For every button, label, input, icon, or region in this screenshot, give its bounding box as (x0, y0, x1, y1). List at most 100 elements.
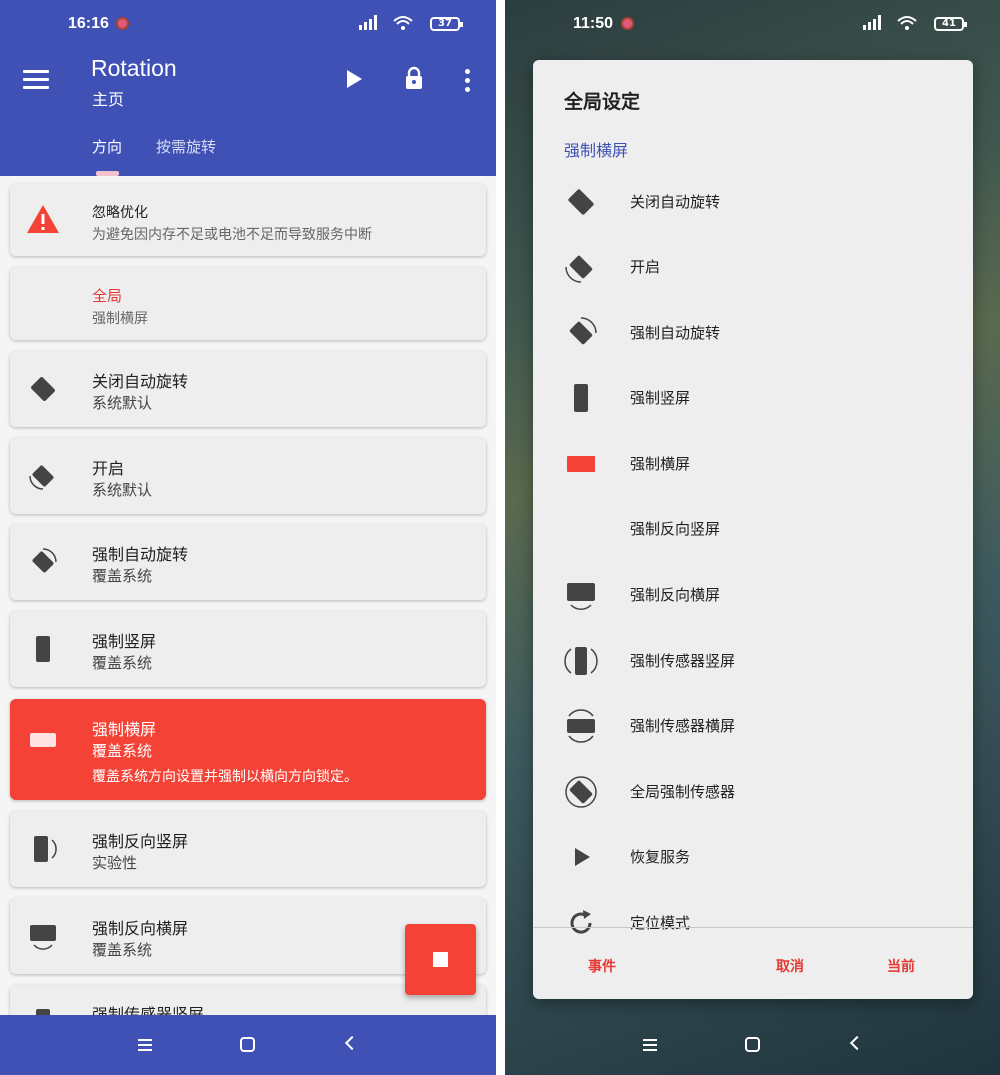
dialog-title: 全局设定 (564, 91, 641, 113)
card-subtitle: 系统默认 (92, 394, 153, 412)
current-button[interactable]: 当前 (887, 956, 915, 976)
card-title: 关闭自动旋转 (92, 372, 189, 391)
tab-on-demand-rotation[interactable]: 按需旋转 (156, 136, 216, 157)
option-force-landscape[interactable]: 强制横屏 (533, 434, 973, 494)
app-bar: 16:16 37 Rotation 主页 方向 按需旋转 (0, 0, 496, 176)
events-button[interactable]: 事件 (588, 956, 616, 976)
dialog-current-value: 强制横屏 (564, 141, 629, 160)
dialog-screen: 11:50 41 全局设定 强制横屏 关闭自动旋转 开启 强制自动旋转 强制竖屏… (505, 0, 1000, 1075)
play-icon[interactable] (347, 70, 362, 88)
rotation-off-icon (568, 189, 594, 215)
lock-icon[interactable] (404, 66, 424, 90)
card-subtitle: 覆盖系统 (92, 941, 153, 959)
option-label: 关闭自动旋转 (630, 193, 721, 211)
warning-icon (27, 205, 59, 233)
option-rotation-on[interactable]: 开启 (533, 237, 973, 297)
option-force-sensor-portrait[interactable]: 强制传感器竖屏 (533, 631, 973, 691)
option-label: 开启 (630, 258, 661, 276)
option-label: 恢复服务 (630, 848, 691, 866)
tab-direction[interactable]: 方向 (92, 136, 122, 157)
option-locate-mode[interactable]: 定位模式 (533, 893, 973, 953)
signal-icon (359, 15, 377, 30)
status-bar: 16:16 37 (0, 0, 496, 46)
card-detail: 覆盖系统方向设置并强制以横向方向锁定。 (92, 769, 358, 785)
rotation-on-icon (565, 255, 593, 283)
card-subtitle: 系统默认 (92, 481, 153, 499)
option-force-sensor-landscape[interactable]: 强制传感器横屏 (533, 696, 973, 756)
card-subtitle: 覆盖系统 (92, 567, 153, 585)
card-subtitle: 实验性 (92, 854, 138, 872)
option-label: 强制反向横屏 (630, 586, 721, 604)
menu-icon[interactable] (23, 70, 49, 90)
option-rotation-off[interactable]: 关闭自动旋转 (533, 172, 973, 232)
list-item-force-auto-rotation[interactable]: 强制自动旋转 覆盖系统 (10, 524, 486, 600)
app-subtitle: 主页 (92, 90, 125, 109)
nav-home-icon[interactable] (745, 1037, 760, 1052)
card-subtitle: 为避免因内存不足或电池不足而导致服务中断 (92, 227, 372, 243)
reverse-portrait-icon (34, 836, 57, 862)
card-title: 强制自动旋转 (92, 545, 189, 564)
stop-button[interactable] (405, 924, 476, 995)
reverse-landscape-icon (567, 583, 595, 610)
card-subtitle: 覆盖系统 (92, 742, 153, 760)
list-item-rotation-on[interactable]: 开启 系统默认 (10, 438, 486, 514)
sensor-landscape-icon (567, 709, 595, 743)
option-force-auto-rotation[interactable]: 强制自动旋转 (533, 303, 973, 363)
main-screen: 16:16 37 Rotation 主页 方向 按需旋转 忽略优化 为避免因内存… (0, 0, 496, 1075)
status-bar: 11:50 41 (505, 0, 1000, 46)
option-label: 强制竖屏 (630, 389, 691, 407)
list-item-global[interactable]: 全局 强制横屏 (10, 267, 486, 340)
wifi-icon (393, 16, 413, 30)
list-item-ignore-optimization[interactable]: 忽略优化 为避免因内存不足或电池不足而导致服务中断 (10, 184, 486, 256)
full-sensor-icon (565, 776, 597, 808)
portrait-icon (36, 636, 50, 662)
option-global-force-sensor[interactable]: 全局强制传感器 (533, 762, 973, 822)
cancel-button[interactable]: 取消 (776, 956, 804, 976)
sensor-portrait-icon (564, 647, 598, 675)
card-title: 开启 (92, 459, 125, 478)
list-item-rotation-off[interactable]: 关闭自动旋转 系统默认 (10, 351, 486, 427)
signal-icon (863, 15, 881, 30)
card-title: 强制反向横屏 (92, 919, 189, 938)
dialog-divider (533, 927, 973, 928)
option-label: 强制横屏 (630, 455, 691, 473)
nav-home-icon[interactable] (240, 1037, 255, 1052)
option-resume-service[interactable]: 恢复服务 (533, 827, 973, 887)
list-item-force-reverse-portrait[interactable]: 强制反向竖屏 实验性 (10, 811, 486, 887)
option-force-reverse-portrait[interactable]: 强制反向竖屏 (533, 499, 973, 559)
status-time: 16:16 (68, 15, 109, 32)
list-item-force-portrait[interactable]: 强制竖屏 覆盖系统 (10, 611, 486, 687)
navigation-bar (0, 1015, 496, 1075)
card-subtitle: 覆盖系统 (92, 654, 153, 672)
option-force-portrait[interactable]: 强制竖屏 (533, 368, 973, 428)
navigation-bar (505, 1015, 1000, 1075)
nav-recents-icon[interactable] (138, 1039, 152, 1054)
card-title: 忽略优化 (92, 205, 148, 221)
card-title: 全局 (92, 287, 123, 305)
option-label: 定位模式 (630, 914, 691, 932)
nav-back-icon[interactable] (344, 1035, 360, 1051)
refresh-icon (570, 910, 592, 934)
option-label: 全局强制传感器 (630, 783, 736, 801)
nav-back-icon[interactable] (849, 1035, 865, 1051)
landscape-icon (30, 733, 56, 747)
rotation-on-icon (29, 465, 54, 490)
option-force-reverse-landscape[interactable]: 强制反向横屏 (533, 565, 973, 625)
option-label: 强制自动旋转 (630, 324, 721, 342)
global-settings-dialog: 全局设定 强制横屏 关闭自动旋转 开启 强制自动旋转 强制竖屏 强制横屏 强制反… (533, 60, 973, 999)
status-time: 11:50 (573, 15, 614, 32)
more-options-icon[interactable] (465, 69, 470, 96)
card-subtitle: 强制横屏 (92, 311, 148, 327)
force-rotation-icon (32, 548, 57, 573)
wifi-icon (897, 16, 917, 30)
notification-icon (621, 17, 634, 30)
battery-icon: 41 (934, 17, 967, 31)
nav-recents-icon[interactable] (643, 1039, 657, 1054)
app-title: Rotation (91, 55, 177, 81)
card-title: 强制反向竖屏 (92, 832, 189, 851)
tab-indicator (96, 171, 119, 176)
card-title: 强制横屏 (92, 720, 157, 739)
force-rotation-icon (569, 317, 597, 345)
play-icon (575, 848, 590, 866)
list-item-force-landscape[interactable]: 强制横屏 覆盖系统 覆盖系统方向设置并强制以横向方向锁定。 (10, 699, 486, 800)
